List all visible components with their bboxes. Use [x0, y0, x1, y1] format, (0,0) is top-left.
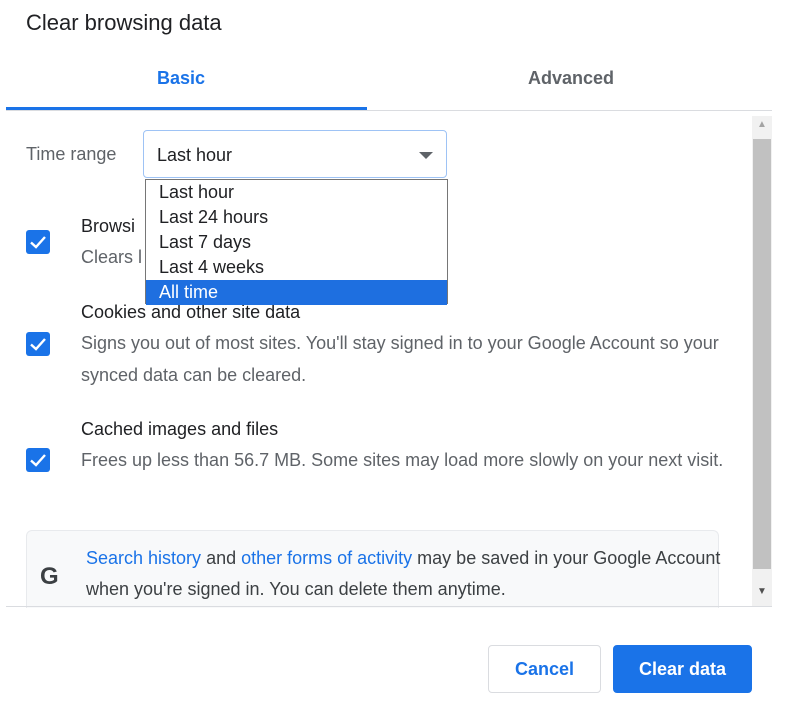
option-last-24-hours[interactable]: Last 24 hours — [146, 205, 447, 230]
item-title-cookies: Cookies and other site data — [81, 302, 301, 322]
checkmark-icon — [30, 338, 46, 351]
option-last-4-weeks[interactable]: Last 4 weeks — [146, 255, 447, 280]
tab-basic[interactable]: Basic — [157, 68, 205, 89]
option-all-time[interactable]: All time — [146, 280, 447, 305]
checkbox-cookies[interactable] — [26, 332, 50, 356]
chevron-down-icon — [419, 152, 433, 159]
tab-advanced[interactable]: Advanced — [528, 68, 614, 89]
clear-data-button[interactable]: Clear data — [613, 645, 752, 693]
cancel-button[interactable]: Cancel — [488, 645, 601, 693]
checkbox-cached-images[interactable] — [26, 448, 50, 472]
time-range-label: Time range — [26, 144, 117, 164]
info-text-1: and — [201, 548, 242, 568]
footer-divider — [6, 606, 772, 607]
dialog-title: Clear browsing data — [26, 10, 222, 35]
scrollbar-thumb[interactable] — [753, 139, 771, 569]
google-g-icon: G — [40, 563, 59, 590]
option-last-hour[interactable]: Last hour — [146, 180, 447, 205]
checkbox-browsing-history[interactable] — [26, 230, 50, 254]
search-history-link[interactable]: Search history — [86, 548, 201, 568]
scroll-up-arrow-icon[interactable]: ▲ — [757, 119, 767, 131]
item-title-cached-images: Cached images and files — [81, 419, 279, 439]
time-range-selected-value: Last hour — [157, 145, 233, 165]
other-activity-link[interactable]: other forms of activity — [241, 548, 412, 568]
time-range-dropdown-list: Last hour Last 24 hours Last 7 days Last… — [145, 179, 448, 305]
option-last-7-days[interactable]: Last 7 days — [146, 230, 447, 255]
checkmark-icon — [30, 236, 46, 249]
item-title-browsing-history: Browsi — [81, 216, 136, 236]
item-desc-cached-images: Frees up less than 56.7 MB. Some sites m… — [81, 450, 724, 470]
tabs-divider — [6, 110, 772, 111]
checkmark-icon — [30, 454, 46, 467]
item-desc-cookies: Signs you out of most sites. You'll stay… — [81, 333, 719, 385]
info-text: Search history and other forms of activi… — [86, 543, 726, 605]
time-range-select[interactable]: Last hour — [143, 130, 447, 178]
scroll-down-arrow-icon[interactable]: ▼ — [757, 586, 767, 598]
